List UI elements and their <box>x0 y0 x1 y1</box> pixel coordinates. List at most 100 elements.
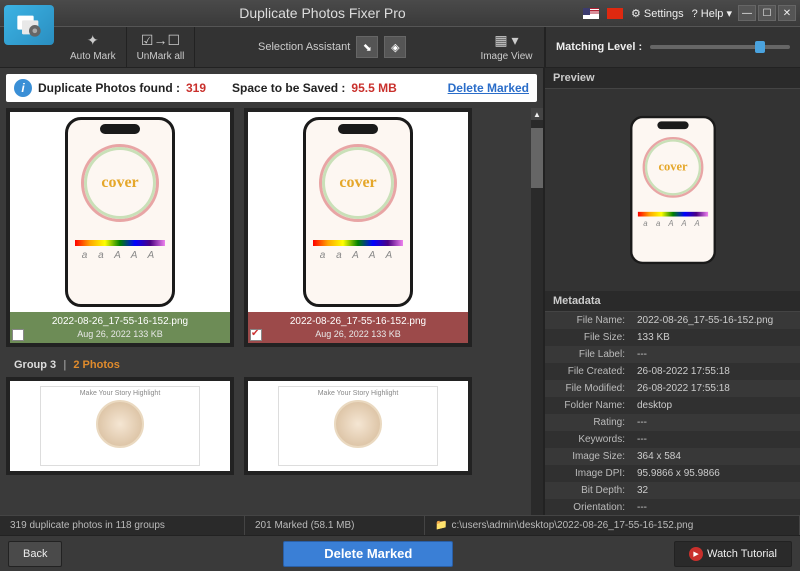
metadata-key: File Size: <box>545 329 631 346</box>
metadata-key: File Modified: <box>545 380 631 397</box>
metadata-key: Image Size: <box>545 448 631 465</box>
delete-marked-button[interactable]: Delete Marked <box>283 541 453 567</box>
notch-icon <box>338 124 378 134</box>
metadata-value: --- <box>631 499 800 515</box>
app-title: Duplicate Photos Fixer Pro <box>62 5 583 21</box>
metadata-key: Folder Name: <box>545 397 631 414</box>
info-icon: i <box>14 79 32 97</box>
metadata-table: File Name:2022-08-26_17-55-16-152.pngFil… <box>545 312 800 515</box>
diamond-icon: ◈ <box>391 41 399 54</box>
metadata-key: File Created: <box>545 363 631 380</box>
folder-icon: 📁 <box>435 520 447 531</box>
gallery: cover a a A A A 2022-08-26_17-55-16-152.… <box>0 108 543 515</box>
metadata-row: File Modified:26-08-2022 17:55:18 <box>545 380 800 397</box>
circle-art <box>96 400 144 448</box>
story-art: Make Your Story Highlight <box>278 386 438 466</box>
photo-card[interactable]: Make Your Story Highlight <box>6 377 234 475</box>
thumbnail: cover a a A A A <box>248 112 468 312</box>
metadata-value: 364 x 584 <box>631 448 800 465</box>
sel-assist-btn-1[interactable]: ⬊ <box>356 36 378 58</box>
thumbnail: Make Your Story Highlight <box>10 381 230 471</box>
metadata-key: File Label: <box>545 346 631 363</box>
metadata-value: 95.9866 x 95.9866 <box>631 465 800 482</box>
metadata-row: File Size:133 KB <box>545 329 800 346</box>
left-pane: i Duplicate Photos found : 319 Space to … <box>0 68 545 515</box>
slider-thumb[interactable] <box>755 41 765 53</box>
flag-cn-icon[interactable] <box>607 8 623 19</box>
scroll-up-icon[interactable]: ▲ <box>531 108 543 120</box>
wand-icon: ✦ <box>87 32 99 49</box>
app-logo <box>4 5 54 45</box>
settings-link[interactable]: ⚙ Settings <box>631 7 684 20</box>
flag-us-icon[interactable] <box>583 8 599 19</box>
matching-slider[interactable] <box>650 45 790 49</box>
info-bar: i Duplicate Photos found : 319 Space to … <box>6 74 537 102</box>
metadata-value: 2022-08-26_17-55-16-152.png <box>631 312 800 329</box>
thumbnail: cover a a A A A <box>10 112 230 312</box>
story-art: Make Your Story Highlight <box>40 386 200 466</box>
scrollbar[interactable]: ▲ <box>531 108 543 515</box>
metadata-value: --- <box>631 414 800 431</box>
photo-card[interactable]: Make Your Story Highlight <box>244 377 472 475</box>
rainbow-bar <box>75 240 165 246</box>
mark-checkbox[interactable] <box>12 329 24 341</box>
toolbar: ✦ Auto Mark ☑→☐ UnMark all Selection Ass… <box>0 26 800 68</box>
mark-checkbox[interactable] <box>250 329 262 341</box>
circle-art <box>334 400 382 448</box>
unmarkall-button[interactable]: ☑→☐ UnMark all <box>127 27 196 67</box>
metadata-row: Bit Depth:32 <box>545 482 800 499</box>
metadata-key: Keywords: <box>545 431 631 448</box>
minimize-button[interactable]: — <box>738 5 756 21</box>
maximize-button[interactable]: ☐ <box>758 5 776 21</box>
preview-header: Preview <box>545 68 800 89</box>
close-button[interactable]: ✕ <box>778 5 796 21</box>
watch-tutorial-button[interactable]: Watch Tutorial <box>674 541 792 567</box>
metadata-row: Image DPI:95.9866 x 95.9866 <box>545 465 800 482</box>
metadata-key: File Name: <box>545 312 631 329</box>
wreath-art: cover <box>319 144 397 222</box>
font-row: a a A A A <box>82 250 158 261</box>
caption: 2022-08-26_17-55-16-152.png Aug 26, 2022… <box>10 312 230 343</box>
play-icon <box>689 547 703 561</box>
sel-assist-btn-2[interactable]: ◈ <box>384 36 406 58</box>
phone-mock: cover a a A A A <box>303 117 413 307</box>
metadata-row: Folder Name:desktop <box>545 397 800 414</box>
thumb-row: Make Your Story Highlight Make Your Stor… <box>6 377 537 475</box>
photos-gear-icon <box>15 11 43 39</box>
selection-assistant: Selection Assistant ⬊ ◈ <box>195 27 469 67</box>
thumbnail: Make Your Story Highlight <box>248 381 468 471</box>
status-bar: 319 duplicate photos in 118 groups 201 M… <box>0 515 800 535</box>
metadata-value: 32 <box>631 482 800 499</box>
matching-level: Matching Level : <box>545 27 800 67</box>
metadata-row: File Created:26-08-2022 17:55:18 <box>545 363 800 380</box>
scroll-thumb[interactable] <box>531 128 543 188</box>
imageview-button[interactable]: ▦ ▾ Image View <box>469 27 545 67</box>
metadata-value: desktop <box>631 397 800 414</box>
wreath-art: cover <box>81 144 159 222</box>
help-link[interactable]: ? Help ▾ <box>692 7 732 20</box>
delete-marked-link[interactable]: Delete Marked <box>448 81 529 95</box>
font-row: a a A A A <box>320 250 396 261</box>
metadata-key: Image DPI: <box>545 465 631 482</box>
metadata-value: 133 KB <box>631 329 800 346</box>
uncheck-icon: ☑→☐ <box>141 32 180 49</box>
status-marked: 201 Marked (58.1 MB) <box>245 516 425 535</box>
photo-card[interactable]: cover a a A A A 2022-08-26_17-55-16-152.… <box>6 108 234 347</box>
photo-card[interactable]: cover a a A A A 2022-08-26_17-55-16-152.… <box>244 108 472 347</box>
phone-mock: cover a a A A A <box>65 117 175 307</box>
metadata-value: --- <box>631 346 800 363</box>
preview: cover a a A A A <box>545 89 800 291</box>
status-path: 📁 c:\users\admin\desktop\2022-08-26_17-5… <box>425 516 800 535</box>
caption: 2022-08-26_17-55-16-152.png Aug 26, 2022… <box>248 312 468 343</box>
automark-button[interactable]: ✦ Auto Mark <box>60 27 127 67</box>
notch-icon <box>100 124 140 134</box>
metadata-value: 26-08-2022 17:55:18 <box>631 363 800 380</box>
thumb-row: cover a a A A A 2022-08-26_17-55-16-152.… <box>6 108 537 347</box>
metadata-row: Keywords:--- <box>545 431 800 448</box>
metadata-value: 26-08-2022 17:55:18 <box>631 380 800 397</box>
back-button[interactable]: Back <box>8 541 62 567</box>
metadata-row: File Name:2022-08-26_17-55-16-152.png <box>545 312 800 329</box>
metadata-key: Bit Depth: <box>545 482 631 499</box>
notch-icon <box>657 121 688 129</box>
wreath-art: cover <box>642 137 703 198</box>
